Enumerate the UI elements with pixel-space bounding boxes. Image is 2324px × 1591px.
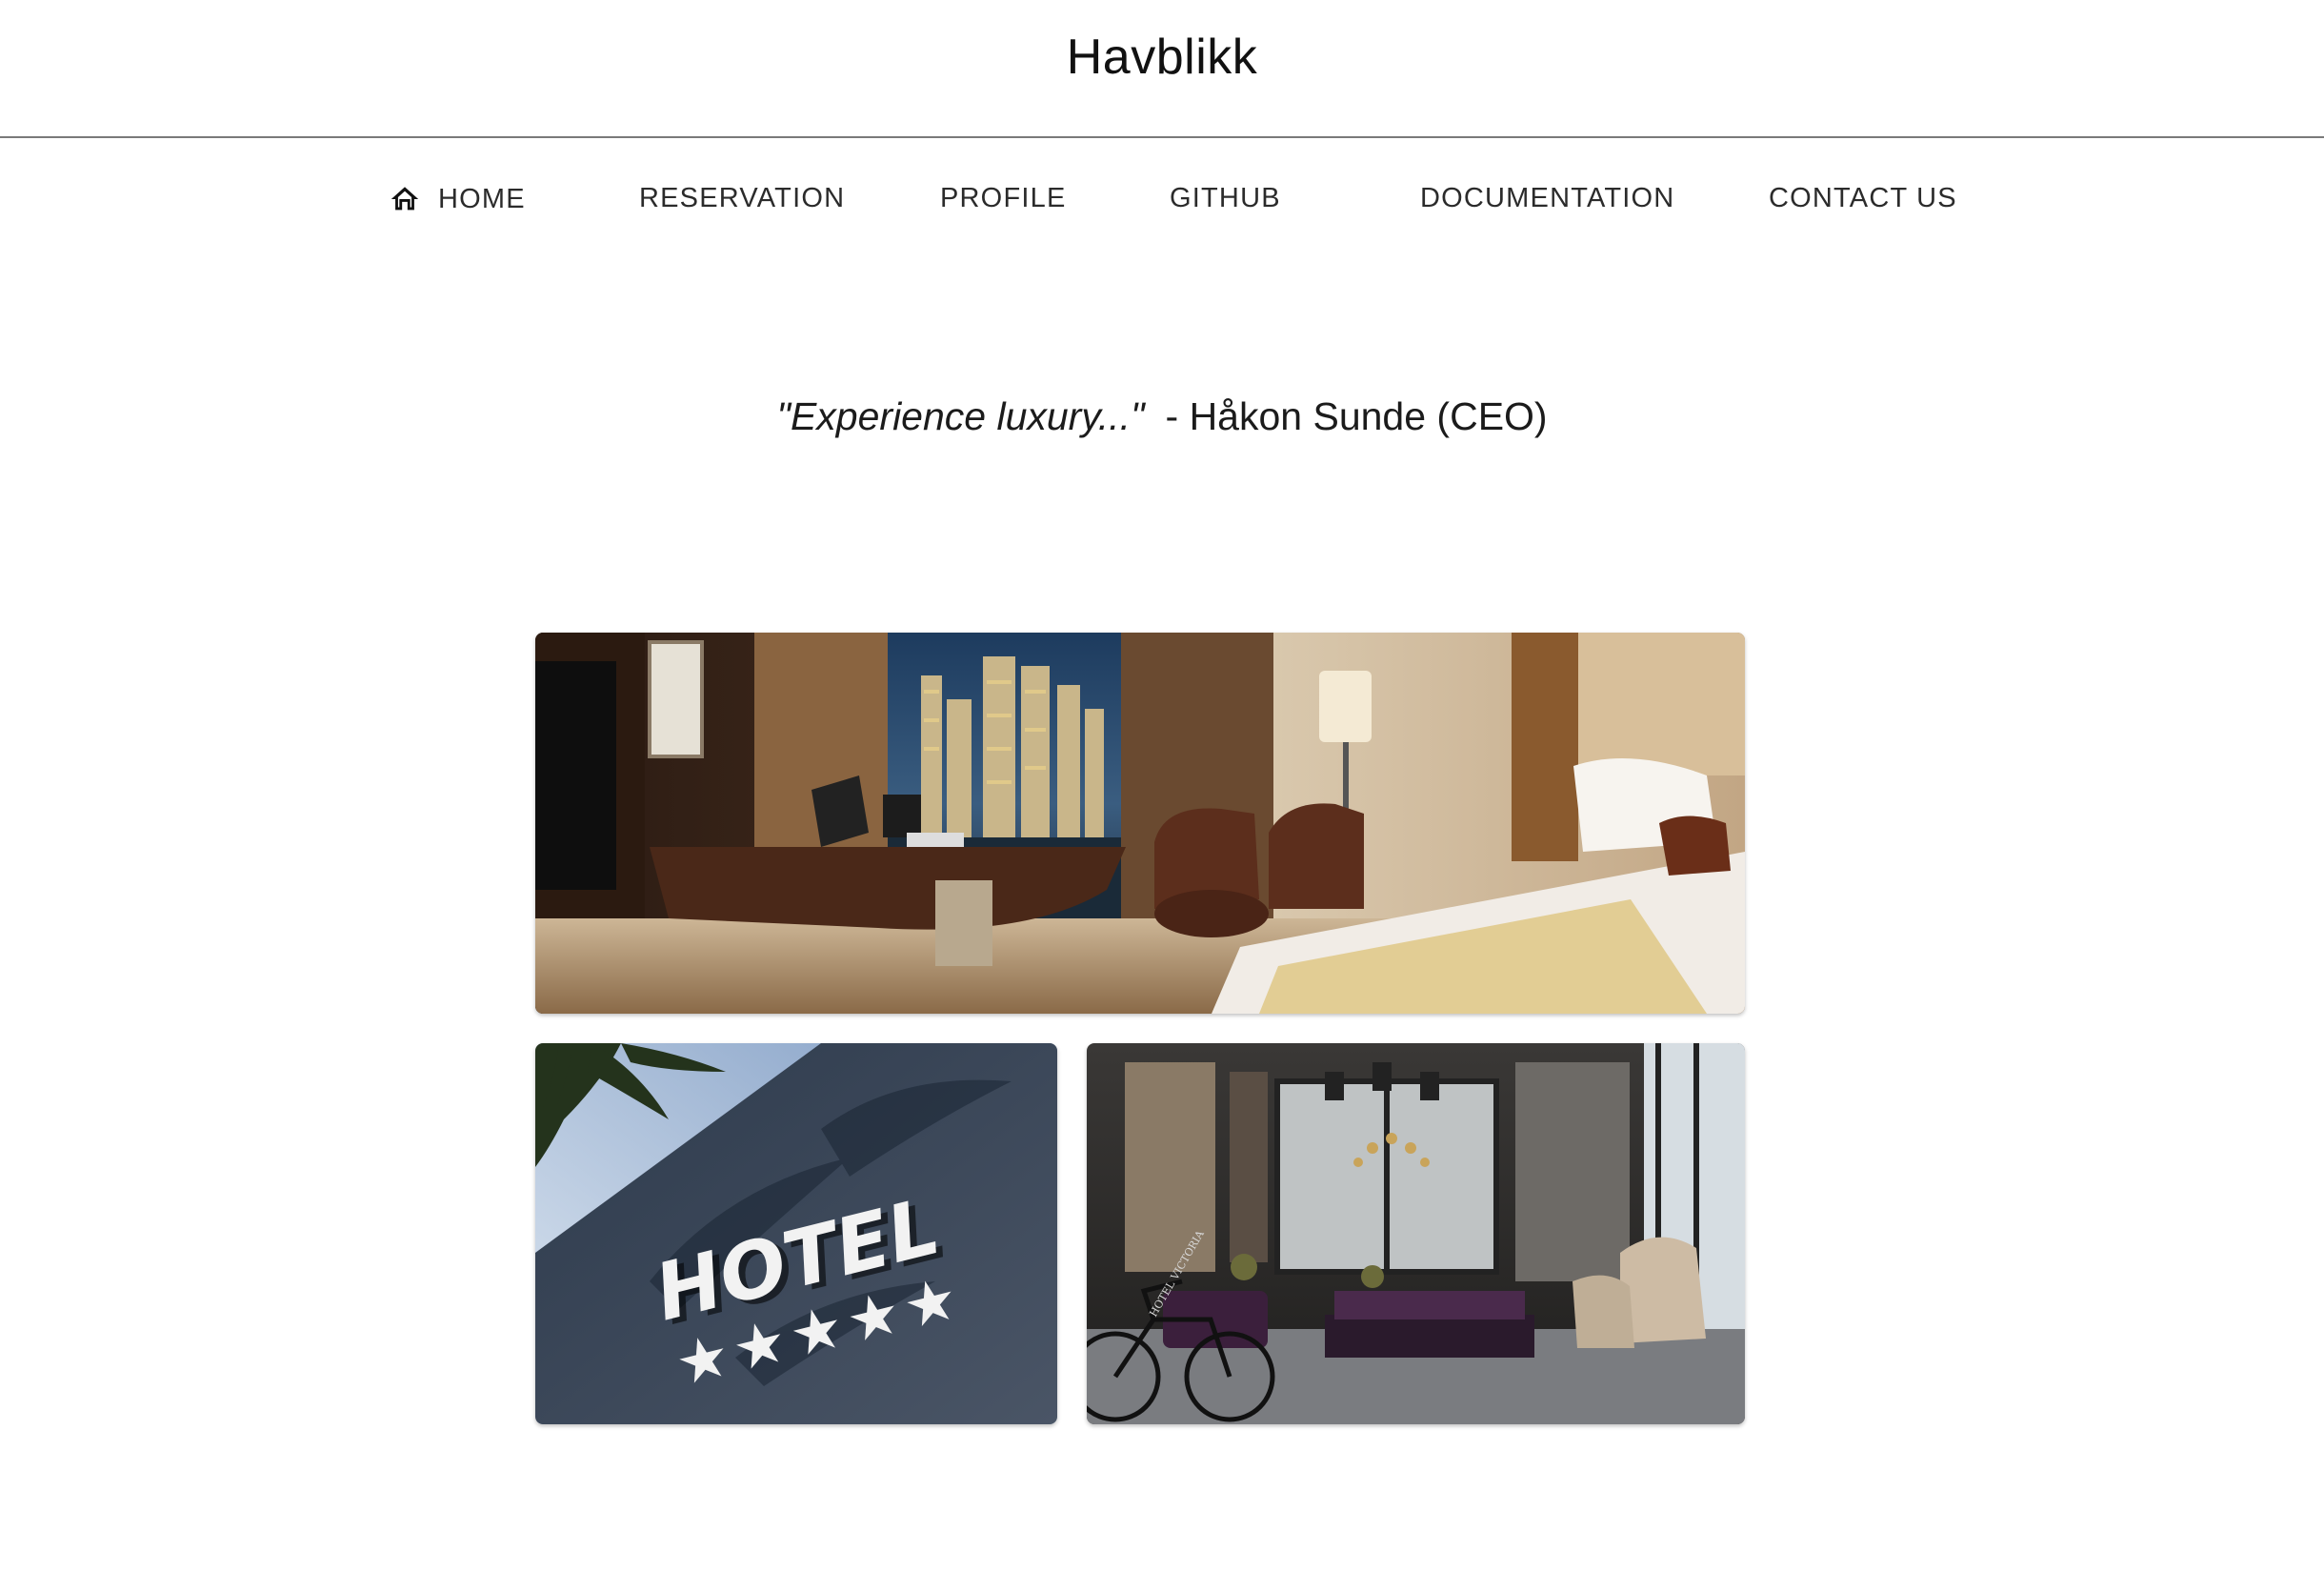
- nav-item-label: PROFILE: [940, 183, 1067, 213]
- main-nav: HOME RESERVATION PROFILE GITHUB DOCUMENT…: [0, 183, 2324, 231]
- site-title[interactable]: Havblikk: [0, 29, 2324, 86]
- room-photo: [535, 633, 1745, 1014]
- nav-item-home[interactable]: HOME: [389, 183, 526, 215]
- gallery-image-lobby: HOTEL VICTORIA: [1087, 1043, 1745, 1424]
- nav-item-github[interactable]: GITHUB: [1170, 183, 1281, 214]
- quote-text: "Experience luxury...": [776, 394, 1145, 438]
- hotel-sign-photo: HOTEL HOTEL ★★★★★: [535, 1043, 1057, 1424]
- nav-item-documentation[interactable]: DOCUMENTATION: [1420, 183, 1674, 214]
- nav-item-reservation[interactable]: RESERVATION: [639, 183, 845, 214]
- hero-quote: "Experience luxury..." - Håkon Sunde (CEO…: [0, 394, 2324, 439]
- nav-item-contact-us[interactable]: CONTACT US: [1769, 183, 1957, 214]
- gallery-image-hotel-sign: HOTEL HOTEL ★★★★★: [535, 1043, 1057, 1424]
- nav-item-profile[interactable]: PROFILE: [940, 183, 1067, 214]
- nav-item-label: GITHUB: [1170, 183, 1281, 213]
- nav-item-label: DOCUMENTATION: [1420, 183, 1675, 213]
- gallery-image-room: [535, 633, 1745, 1014]
- nav-item-label: RESERVATION: [639, 183, 846, 213]
- quote-attribution: - Håkon Sunde (CEO): [1165, 394, 1548, 438]
- home-icon: [391, 187, 419, 211]
- nav-item-label: CONTACT US: [1769, 183, 1957, 213]
- nav-item-label: HOME: [438, 183, 526, 214]
- site-header: Havblikk: [0, 0, 2324, 138]
- lobby-photo: HOTEL VICTORIA: [1087, 1043, 1745, 1424]
